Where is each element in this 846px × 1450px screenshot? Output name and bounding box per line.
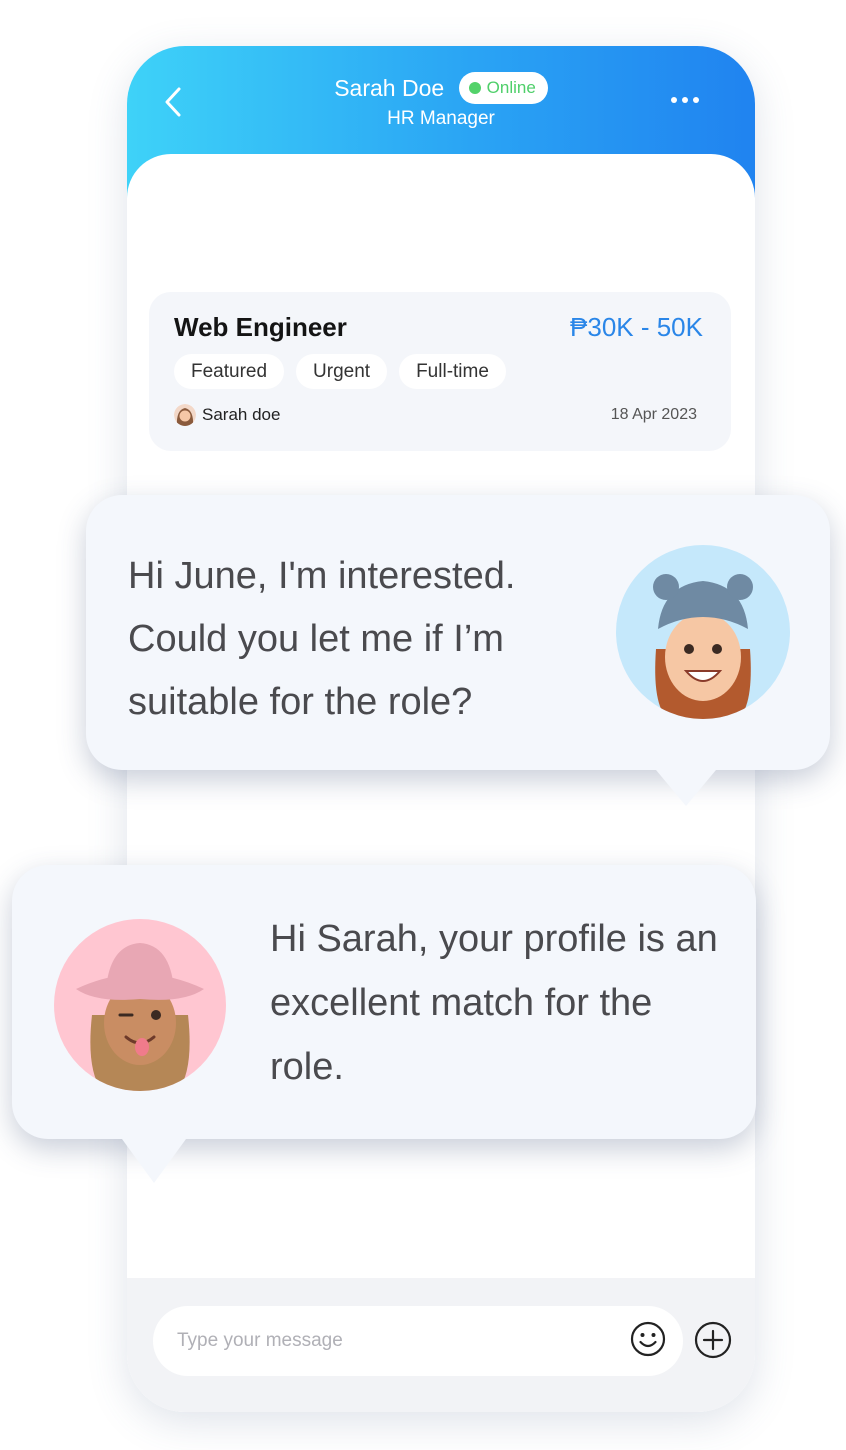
plus-circle-icon xyxy=(694,1321,732,1359)
smiley-icon xyxy=(630,1321,666,1357)
more-button[interactable] xyxy=(667,86,703,114)
avatar xyxy=(616,545,790,719)
online-dot-icon xyxy=(468,82,481,94)
job-tags: Featured Urgent Full-time xyxy=(174,354,506,389)
tag-full-time: Full-time xyxy=(399,354,506,389)
tag-urgent: Urgent xyxy=(296,354,388,389)
composer-bar: Type your message xyxy=(127,1278,755,1412)
tag-featured: Featured xyxy=(174,354,285,389)
header-title-group: Sarah Doe Online xyxy=(127,72,755,104)
emoji-button[interactable] xyxy=(629,1320,667,1358)
contact-role: HR Manager xyxy=(387,108,495,129)
bubble-tail xyxy=(656,770,716,806)
message-bubble-incoming: Hi June, I'm interested. Could you let m… xyxy=(86,495,830,806)
status-label: Online xyxy=(486,78,536,97)
job-title: Web Engineer xyxy=(174,312,347,342)
contact-name: Sarah Doe xyxy=(334,74,445,101)
poster-avatar xyxy=(174,404,196,426)
status-badge: Online xyxy=(458,72,548,104)
add-attachment-button[interactable] xyxy=(693,1320,733,1360)
avatar xyxy=(54,919,226,1091)
poster-name: Sarah doe xyxy=(202,405,281,424)
message-text: Hi June, I'm interested. Could you let m… xyxy=(128,555,516,723)
more-horizontal-icon xyxy=(671,97,699,103)
message-bubble-outgoing: Hi Sarah, your profile is an excellent m… xyxy=(12,865,756,1183)
message-text: Hi Sarah, your profile is an excellent m… xyxy=(270,918,718,1088)
job-salary: ₱30K - 50K xyxy=(570,312,703,342)
bubble-tail xyxy=(122,1139,186,1183)
job-date: 18 Apr 2023 xyxy=(610,406,697,423)
message-placeholder: Type your message xyxy=(177,1330,343,1351)
job-poster: Sarah doe xyxy=(174,404,280,426)
message-input[interactable]: Type your message xyxy=(153,1306,683,1376)
job-card[interactable]: Web Engineer ₱30K - 50K Featured Urgent … xyxy=(149,292,731,451)
